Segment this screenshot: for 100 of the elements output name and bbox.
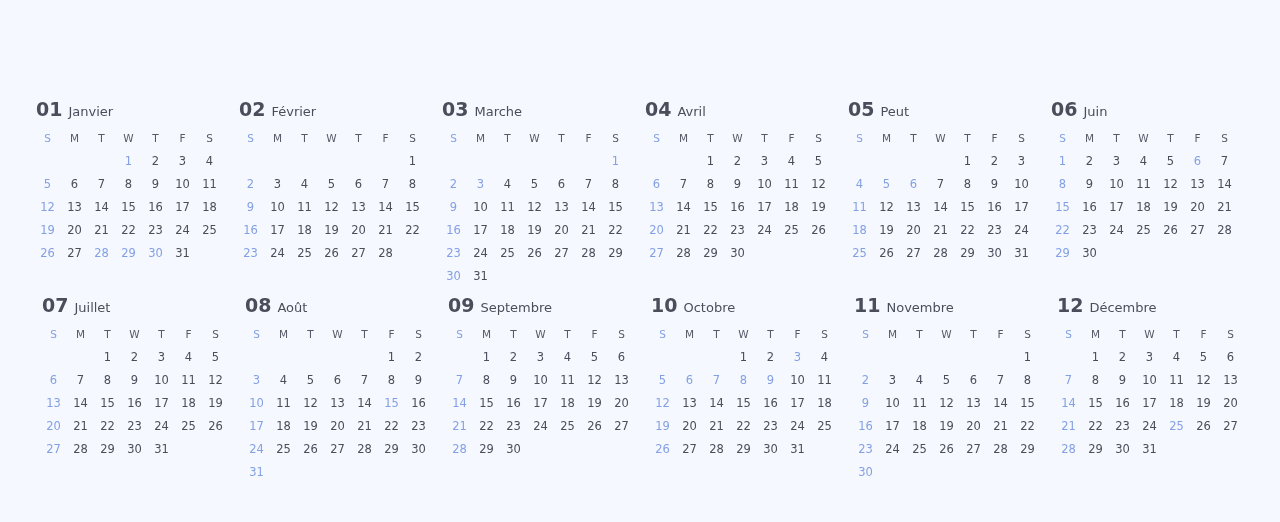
day-number[interactable]: 24	[1014, 222, 1029, 237]
day-number[interactable]: 6	[969, 372, 978, 387]
day-number[interactable]: 1	[387, 349, 396, 364]
day-number[interactable]: 7	[936, 176, 945, 191]
day-number[interactable]: 11	[817, 372, 832, 387]
day-number[interactable]: 25	[817, 418, 832, 433]
day-number[interactable]: 13	[1190, 176, 1205, 191]
day-number[interactable]: 4	[279, 372, 288, 387]
day-number[interactable]: 18	[560, 395, 575, 410]
day-number[interactable]: 31	[154, 441, 169, 456]
day-number[interactable]: 27	[1223, 418, 1238, 433]
day-number[interactable]: 11	[276, 395, 291, 410]
day-number[interactable]: 24	[473, 245, 488, 260]
day-number[interactable]: 25	[912, 441, 927, 456]
day-number[interactable]: 25	[560, 418, 575, 433]
day-number[interactable]: 18	[784, 199, 799, 214]
day-number[interactable]: 3	[536, 349, 545, 364]
day-number[interactable]: 4	[563, 349, 572, 364]
day-number[interactable]: 10	[757, 176, 772, 191]
day-number[interactable]: 16	[411, 395, 426, 410]
day-number[interactable]: 2	[733, 153, 742, 168]
day-number[interactable]: 13	[682, 395, 697, 410]
day-number[interactable]: 20	[966, 418, 981, 433]
day-number[interactable]: 3	[273, 176, 282, 191]
day-number[interactable]: 17	[1109, 199, 1124, 214]
day-number[interactable]: 7	[584, 176, 593, 191]
day-number[interactable]: 30	[127, 441, 142, 456]
day-number[interactable]: 7	[360, 372, 369, 387]
day-number[interactable]: 11	[500, 199, 515, 214]
day-number[interactable]: 27	[614, 418, 629, 433]
day-number[interactable]: 24	[885, 441, 900, 456]
day-number[interactable]: 2	[766, 349, 775, 364]
day-number[interactable]: 9	[1085, 176, 1094, 191]
day-number[interactable]: 5	[942, 372, 951, 387]
day-number[interactable]: 21	[378, 222, 393, 237]
day-number[interactable]: 24	[175, 222, 190, 237]
day-number[interactable]: 13	[554, 199, 569, 214]
day-number[interactable]: 31	[790, 441, 805, 456]
day-number[interactable]: 25	[181, 418, 196, 433]
day-number[interactable]: 10	[790, 372, 805, 387]
day-number[interactable]: 6	[617, 349, 626, 364]
day-number[interactable]: 16	[1115, 395, 1130, 410]
day-number[interactable]: 4	[205, 153, 214, 168]
day-number[interactable]: 27	[1190, 222, 1205, 237]
day-number[interactable]: 12	[1196, 372, 1211, 387]
day-number[interactable]: 26	[879, 245, 894, 260]
day-number[interactable]: 23	[148, 222, 163, 237]
day-number[interactable]: 25	[297, 245, 312, 260]
day-number[interactable]: 11	[784, 176, 799, 191]
day-number[interactable]: 7	[381, 176, 390, 191]
day-number[interactable]: 2	[130, 349, 139, 364]
day-number[interactable]: 17	[270, 222, 285, 237]
day-number[interactable]: 27	[554, 245, 569, 260]
day-number[interactable]: 14	[378, 199, 393, 214]
day-number[interactable]: 4	[184, 349, 193, 364]
day-number[interactable]: 6	[354, 176, 363, 191]
day-number[interactable]: 21	[94, 222, 109, 237]
day-number[interactable]: 20	[351, 222, 366, 237]
day-number[interactable]: 18	[500, 222, 515, 237]
day-number[interactable]: 28	[73, 441, 88, 456]
day-number[interactable]: 16	[148, 199, 163, 214]
day-number[interactable]: 6	[557, 176, 566, 191]
day-number[interactable]: 19	[879, 222, 894, 237]
day-number[interactable]: 22	[736, 418, 751, 433]
day-number[interactable]: 16	[506, 395, 521, 410]
day-number[interactable]: 26	[324, 245, 339, 260]
day-number[interactable]: 25	[1136, 222, 1151, 237]
day-number[interactable]: 20	[906, 222, 921, 237]
day-number[interactable]: 18	[1169, 395, 1184, 410]
day-number[interactable]: 12	[879, 199, 894, 214]
day-number[interactable]: 10	[1142, 372, 1157, 387]
day-number[interactable]: 13	[1223, 372, 1238, 387]
day-number[interactable]: 28	[378, 245, 393, 260]
day-number[interactable]: 27	[906, 245, 921, 260]
day-number[interactable]: 29	[384, 441, 399, 456]
day-number[interactable]: 19	[1163, 199, 1178, 214]
day-number[interactable]: 14	[709, 395, 724, 410]
day-number[interactable]: 27	[67, 245, 82, 260]
day-number[interactable]: 14	[993, 395, 1008, 410]
day-number[interactable]: 29	[1088, 441, 1103, 456]
day-number[interactable]: 1	[739, 349, 748, 364]
day-number[interactable]: 31	[473, 268, 488, 283]
day-number[interactable]: 23	[987, 222, 1002, 237]
day-number[interactable]: 4	[503, 176, 512, 191]
day-number[interactable]: 19	[811, 199, 826, 214]
day-number[interactable]: 23	[730, 222, 745, 237]
day-number[interactable]: 5	[530, 176, 539, 191]
day-number[interactable]: 8	[387, 372, 396, 387]
day-number[interactable]: 28	[993, 441, 1008, 456]
day-number[interactable]: 4	[300, 176, 309, 191]
day-number[interactable]: 11	[297, 199, 312, 214]
day-number[interactable]: 10	[154, 372, 169, 387]
day-number[interactable]: 7	[679, 176, 688, 191]
day-number[interactable]: 27	[351, 245, 366, 260]
day-number[interactable]: 23	[1082, 222, 1097, 237]
day-number[interactable]: 3	[178, 153, 187, 168]
day-number[interactable]: 9	[509, 372, 518, 387]
day-number[interactable]: 2	[1118, 349, 1127, 364]
day-number[interactable]: 20	[682, 418, 697, 433]
day-number[interactable]: 7	[97, 176, 106, 191]
